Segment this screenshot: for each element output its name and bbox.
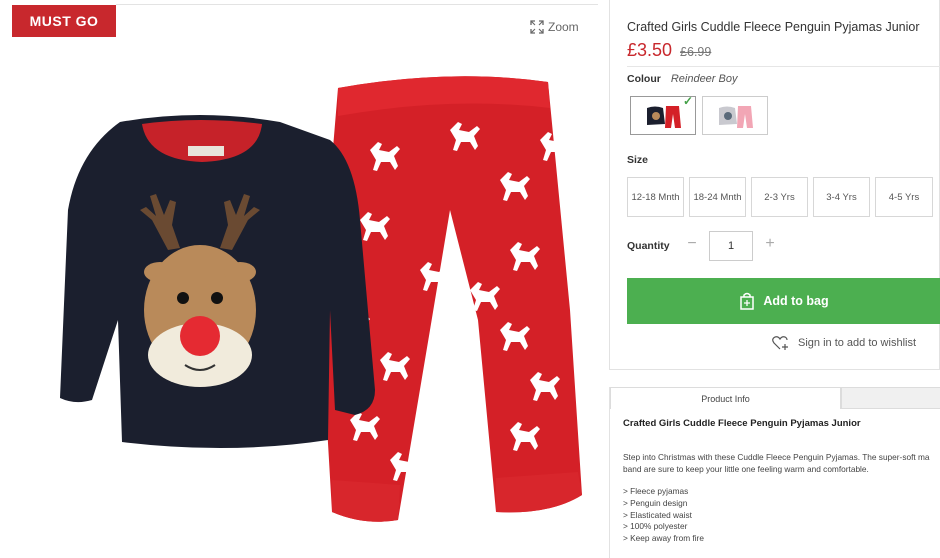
pyjama-top — [60, 115, 375, 449]
list-item: > Fleece pyjamas — [623, 486, 689, 496]
tab-secondary[interactable] — [841, 387, 940, 409]
size-option[interactable]: 2-3 Yrs — [751, 177, 808, 217]
colour-value: Reindeer Boy — [670, 73, 738, 85]
list-item: > Penguin design — [623, 497, 688, 508]
zoom-label: Zoom — [548, 20, 579, 34]
product-photo[interactable] — [30, 60, 590, 530]
shopping-bag-icon — [740, 292, 755, 310]
tab-product-info[interactable]: Product Info — [610, 387, 841, 409]
description-line: Step into Christmas with these Cuddle Fl… — [623, 452, 930, 462]
quantity-input[interactable]: 1 — [709, 231, 753, 261]
check-icon: ✓ — [682, 94, 693, 108]
swatch-grey-pink[interactable] — [702, 96, 768, 135]
feature-list: > Fleece pyjamas > Penguin design > Elas… — [623, 486, 704, 545]
swatch-thumbnail — [719, 105, 753, 128]
quantity-decrease-button[interactable]: − — [684, 236, 700, 252]
size-label: Size — [627, 154, 649, 166]
colour-row: Colour Reindeer Boy — [627, 73, 737, 85]
quantity-label: Quantity — [627, 240, 670, 252]
description-line: band are sure to keep your little one fe… — [623, 464, 869, 474]
quantity-increase-button[interactable]: + — [762, 236, 778, 252]
size-option[interactable]: 4-5 Yrs — [875, 177, 933, 217]
size-option[interactable]: 18-24 Mnth — [689, 177, 746, 217]
sale-price: £3.50 — [627, 40, 673, 60]
product-image-area: MUST GO Zoom — [0, 0, 598, 558]
divider — [627, 66, 940, 67]
colour-label: Colour — [627, 73, 661, 85]
size-option[interactable]: 12-18 Mnth — [627, 177, 684, 217]
product-title: Crafted Girls Cuddle Fleece Penguin Pyja… — [627, 20, 920, 34]
heart-plus-icon — [772, 336, 788, 350]
divider — [116, 4, 598, 5]
colour-swatches: ✓ — [630, 94, 768, 135]
swatch-thumbnail — [647, 105, 681, 128]
info-description: Step into Christmas with these Cuddle Fl… — [623, 451, 940, 475]
wishlist-label: Sign in to add to wishlist — [798, 337, 917, 349]
list-item: > 100% polyester — [623, 521, 688, 532]
expand-icon — [530, 20, 544, 34]
list-item: > Keep away from fire — [623, 533, 704, 544]
add-to-bag-label: Add to bag — [763, 294, 829, 308]
zoom-button[interactable]: Zoom — [530, 20, 579, 34]
size-option[interactable]: 3-4 Yrs — [813, 177, 870, 217]
product-details-panel: Crafted Girls Cuddle Fleece Penguin Pyja… — [609, 0, 940, 370]
product-info-section: Product Info Crafted Girls Cuddle Fleece… — [609, 387, 940, 558]
wishlist-link[interactable]: Sign in to add to wishlist — [772, 336, 916, 350]
info-title: Crafted Girls Cuddle Fleece Penguin Pyja… — [623, 418, 861, 429]
add-to-bag-button[interactable]: Add to bag — [627, 278, 940, 324]
size-options: 12-18 Mnth 18-24 Mnth 2-3 Yrs 3-4 Yrs 4-… — [627, 177, 933, 217]
price-row: £3.50 £6.99 — [627, 40, 711, 61]
swatch-reindeer-boy[interactable]: ✓ — [630, 94, 696, 135]
must-go-badge: MUST GO — [12, 5, 116, 37]
original-price: £6.99 — [680, 45, 712, 59]
info-tabs: Product Info — [610, 387, 940, 409]
list-item: > Elasticated waist — [623, 509, 692, 520]
